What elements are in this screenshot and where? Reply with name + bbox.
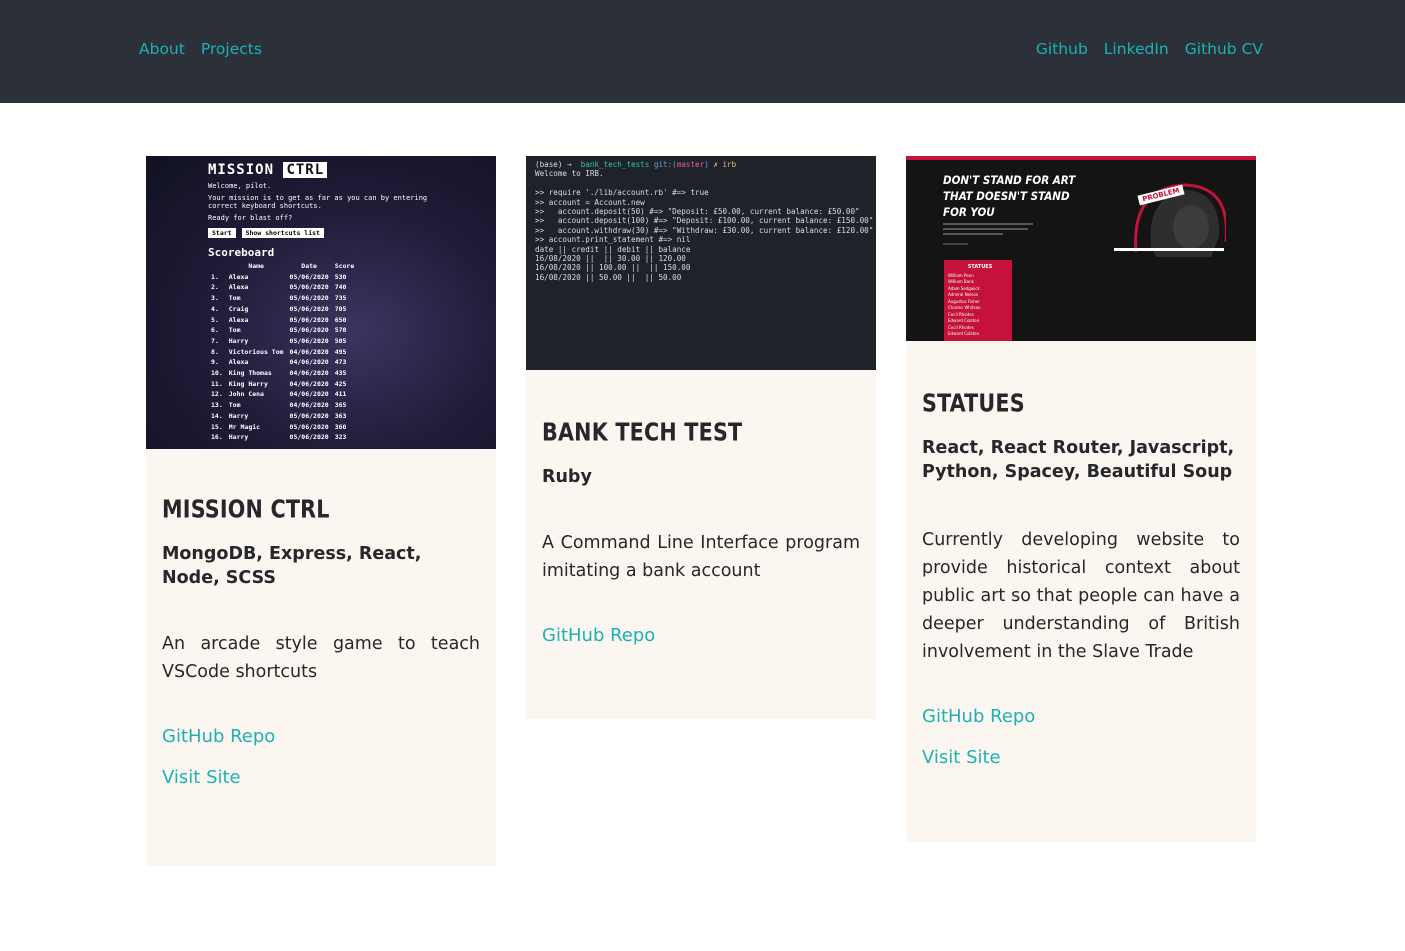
bank-tech-test-screenshot: (base) → bank_tech_tests git:(master) ✗ … (526, 156, 876, 370)
statue-list-item: Edward Colston (948, 331, 980, 336)
terminal-line: 16/08/2020 || 100.00 || || 150.00 (535, 263, 691, 273)
mc-score-row: 14. Harry 05/06/2020 363 (211, 411, 347, 420)
statues-card-body: STATUES React, React Router, Javascript,… (906, 389, 1256, 768)
terminal-line: 16/08/2020 || || 30.00 || 120.00 (535, 254, 686, 264)
mc-score-row: 10. King Thomas 04/06/2020 435 (211, 369, 347, 378)
mc-score-row: 13. Tom 04/06/2020 365 (211, 401, 347, 410)
mc-score-row: 2. Alexa 05/06/2020 740 (211, 283, 347, 292)
nav-link-github-cv[interactable]: Github CV (1185, 40, 1263, 58)
nav-link-linkedin[interactable]: LinkedIn (1104, 40, 1169, 58)
nav-link-about[interactable]: About (139, 40, 185, 58)
github-repo-link[interactable]: GitHub Repo (922, 706, 1240, 727)
terminal-line: >> account.deposit(50) #=> "Deposit: £50… (535, 207, 860, 217)
github-repo-link[interactable]: GitHub Repo (542, 625, 860, 646)
terminal-line: >> account = Account.new (535, 197, 645, 207)
navbar: About Projects Github LinkedIn Github CV (0, 0, 1405, 103)
mc-score-row: 6. Tom 05/06/2020 570 (211, 326, 347, 335)
mc-ready-text: Ready for blast off? (208, 214, 293, 222)
statues-divider-stroke (1114, 248, 1224, 251)
github-repo-link[interactable]: GitHub Repo (162, 726, 480, 747)
terminal-line: >> account.print_statement #=> nil (535, 235, 691, 245)
visit-site-link[interactable]: Visit Site (922, 747, 1240, 768)
project-card-mission-ctrl: MISSION CTRL Welcome, pilot. Your missio… (146, 156, 496, 866)
card-description: Currently developing website to provide … (922, 530, 1240, 662)
nav-link-github[interactable]: Github (1036, 40, 1088, 58)
statues-subtext-lines (943, 220, 1038, 253)
nav-left-links: About Projects (139, 40, 262, 58)
mc-welcome-text: Welcome, pilot. (208, 182, 272, 190)
mission-ctrl-screenshot: MISSION CTRL Welcome, pilot. Your missio… (146, 156, 496, 449)
mc-score-row: 3. Tom 05/06/2020 735 (211, 294, 347, 303)
nav-right-links: Github LinkedIn Github CV (1036, 40, 1263, 58)
mc-score-row: 11. King Harry 04/06/2020 425 (211, 379, 347, 388)
mc-score-row: 16. Harry 05/06/2020 323 (211, 433, 347, 442)
mc-scoreboard-table: Name Date Score 1. Alexa 05/06/2020 530 2. Al… (208, 261, 357, 443)
statues-list-box: STATUES William Penn William Bank Adam Sed… (944, 260, 1012, 341)
mc-score-row: 1. Alexa 05/06/2020 530 (211, 272, 347, 281)
card-title: STATUES (922, 389, 1025, 419)
mc-score-row: 9. Alexa 04/06/2020 473 (211, 358, 347, 367)
statues-headline: DON'T STAND FOR ART THAT DOESN'T STAND F… (943, 173, 1076, 219)
mc-score-row: 4. Craig 05/06/2020 705 (211, 304, 347, 313)
mc-scoreboard-title: Scoreboard (208, 246, 275, 259)
card-description: A Command Line Interface program imitati… (542, 533, 860, 581)
mc-start-button: Start (208, 228, 236, 238)
mc-mission-text: Your mission is to get as far as you can… (208, 194, 428, 210)
card-tech-stack: Ruby (542, 467, 592, 487)
mission-ctrl-card-body: MISSION CTRL MongoDB, Express, React, No… (146, 495, 496, 788)
mc-score-row: 15. Mr Magic 05/06/2020 360 (211, 422, 347, 431)
terminal-line: 16/08/2020 || 50.00 || || 50.00 (535, 272, 682, 282)
nav-link-projects[interactable]: Projects (201, 40, 262, 58)
statues-screenshot: DON'T STAND FOR ART THAT DOESN'T STAND F… (906, 156, 1256, 341)
card-description: An arcade style game to teach VSCode sho… (162, 634, 480, 682)
mc-score-row: 8. Victorious Tom 04/06/2020 495 (211, 347, 347, 356)
bank-tech-test-card-body: BANK TECH TEST Ruby A Command Line Inter… (526, 418, 876, 646)
mc-score-row: 5. Alexa 05/06/2020 650 (211, 315, 347, 324)
project-card-bank-tech-test: (base) → bank_tech_tests git:(master) ✗ … (526, 156, 876, 719)
visit-site-link[interactable]: Visit Site (162, 767, 480, 788)
terminal-line: >> require './lib/account.rb' #=> true (535, 188, 709, 198)
terminal-line: date || credit || debit || balance (535, 244, 691, 254)
terminal-line: >> account.withdraw(30) #=> "Withdraw: £… (535, 225, 874, 235)
terminal-line: >> account.deposit(100) #=> "Deposit: £1… (535, 216, 874, 226)
card-tech-stack: React, React Router, Javascript, Python,… (922, 438, 1235, 482)
mc-screenshot-title: MISSION CTRL (208, 162, 448, 178)
mc-score-row: 7. Harry 05/06/2020 505 (211, 336, 347, 345)
card-title: BANK TECH TEST (542, 418, 743, 448)
mc-score-row: 12. John Cena 04/06/2020 411 (211, 390, 347, 399)
terminal-output: (base) → bank_tech_tests git:(master) ✗ … (535, 160, 874, 282)
project-card-statues: DON'T STAND FOR ART THAT DOESN'T STAND F… (906, 156, 1256, 842)
card-tech-stack: MongoDB, Express, React, Node, SCSS (162, 544, 422, 588)
mc-shortcuts-button: Show shortcuts list (241, 228, 324, 238)
card-title: MISSION CTRL (162, 495, 330, 525)
